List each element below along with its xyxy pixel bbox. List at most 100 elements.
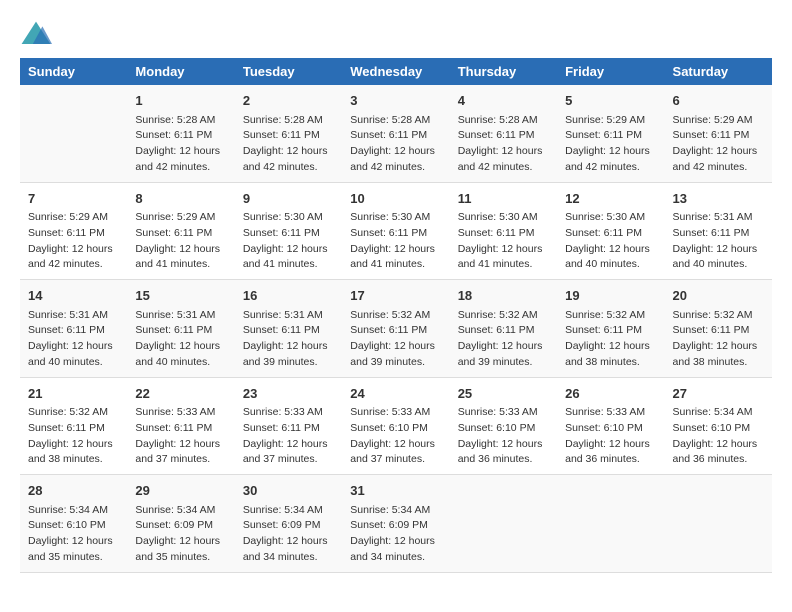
calendar-week-5: 28Sunrise: 5:34 AM Sunset: 6:10 PM Dayli…: [20, 475, 772, 573]
day-number: 22: [135, 384, 226, 404]
day-info: Sunrise: 5:33 AM Sunset: 6:11 PM Dayligh…: [243, 405, 334, 468]
day-number: 30: [243, 481, 334, 501]
header: [20, 20, 772, 48]
calendar-cell: 18Sunrise: 5:32 AM Sunset: 6:11 PM Dayli…: [450, 280, 557, 378]
day-info: Sunrise: 5:32 AM Sunset: 6:11 PM Dayligh…: [458, 308, 549, 371]
calendar-week-2: 7Sunrise: 5:29 AM Sunset: 6:11 PM Daylig…: [20, 182, 772, 280]
day-info: Sunrise: 5:32 AM Sunset: 6:11 PM Dayligh…: [28, 405, 119, 468]
day-number: 1: [135, 91, 226, 111]
day-number: 21: [28, 384, 119, 404]
day-number: 3: [350, 91, 441, 111]
day-info: Sunrise: 5:34 AM Sunset: 6:10 PM Dayligh…: [673, 405, 764, 468]
day-info: Sunrise: 5:29 AM Sunset: 6:11 PM Dayligh…: [28, 210, 119, 273]
day-info: Sunrise: 5:33 AM Sunset: 6:10 PM Dayligh…: [458, 405, 549, 468]
calendar-week-4: 21Sunrise: 5:32 AM Sunset: 6:11 PM Dayli…: [20, 377, 772, 475]
day-number: 12: [565, 189, 656, 209]
logo: [20, 20, 56, 48]
logo-icon: [20, 20, 52, 48]
calendar-table: SundayMondayTuesdayWednesdayThursdayFrid…: [20, 58, 772, 573]
calendar-cell: 27Sunrise: 5:34 AM Sunset: 6:10 PM Dayli…: [665, 377, 772, 475]
day-number: 9: [243, 189, 334, 209]
calendar-cell: 10Sunrise: 5:30 AM Sunset: 6:11 PM Dayli…: [342, 182, 449, 280]
day-info: Sunrise: 5:30 AM Sunset: 6:11 PM Dayligh…: [565, 210, 656, 273]
day-info: Sunrise: 5:30 AM Sunset: 6:11 PM Dayligh…: [243, 210, 334, 273]
day-number: 24: [350, 384, 441, 404]
calendar-cell: 20Sunrise: 5:32 AM Sunset: 6:11 PM Dayli…: [665, 280, 772, 378]
day-number: 14: [28, 286, 119, 306]
day-info: Sunrise: 5:28 AM Sunset: 6:11 PM Dayligh…: [458, 113, 549, 176]
day-info: Sunrise: 5:29 AM Sunset: 6:11 PM Dayligh…: [565, 113, 656, 176]
day-number: 26: [565, 384, 656, 404]
calendar-cell: 19Sunrise: 5:32 AM Sunset: 6:11 PM Dayli…: [557, 280, 664, 378]
day-number: 6: [673, 91, 764, 111]
calendar-cell: 24Sunrise: 5:33 AM Sunset: 6:10 PM Dayli…: [342, 377, 449, 475]
day-header-sunday: Sunday: [20, 58, 127, 85]
calendar-cell: 28Sunrise: 5:34 AM Sunset: 6:10 PM Dayli…: [20, 475, 127, 573]
day-info: Sunrise: 5:33 AM Sunset: 6:10 PM Dayligh…: [565, 405, 656, 468]
day-info: Sunrise: 5:34 AM Sunset: 6:09 PM Dayligh…: [135, 503, 226, 566]
day-number: 29: [135, 481, 226, 501]
day-header-monday: Monday: [127, 58, 234, 85]
day-number: 15: [135, 286, 226, 306]
day-number: 25: [458, 384, 549, 404]
calendar-cell: [557, 475, 664, 573]
day-number: 27: [673, 384, 764, 404]
calendar-cell: 6Sunrise: 5:29 AM Sunset: 6:11 PM Daylig…: [665, 85, 772, 182]
day-info: Sunrise: 5:34 AM Sunset: 6:10 PM Dayligh…: [28, 503, 119, 566]
calendar-cell: [665, 475, 772, 573]
day-info: Sunrise: 5:34 AM Sunset: 6:09 PM Dayligh…: [350, 503, 441, 566]
calendar-cell: 21Sunrise: 5:32 AM Sunset: 6:11 PM Dayli…: [20, 377, 127, 475]
calendar-cell: 12Sunrise: 5:30 AM Sunset: 6:11 PM Dayli…: [557, 182, 664, 280]
calendar-cell: 31Sunrise: 5:34 AM Sunset: 6:09 PM Dayli…: [342, 475, 449, 573]
day-number: 2: [243, 91, 334, 111]
calendar-cell: [450, 475, 557, 573]
calendar-cell: 7Sunrise: 5:29 AM Sunset: 6:11 PM Daylig…: [20, 182, 127, 280]
day-number: 20: [673, 286, 764, 306]
day-number: 10: [350, 189, 441, 209]
calendar-cell: 22Sunrise: 5:33 AM Sunset: 6:11 PM Dayli…: [127, 377, 234, 475]
day-number: 23: [243, 384, 334, 404]
calendar-week-3: 14Sunrise: 5:31 AM Sunset: 6:11 PM Dayli…: [20, 280, 772, 378]
day-info: Sunrise: 5:33 AM Sunset: 6:10 PM Dayligh…: [350, 405, 441, 468]
day-number: 16: [243, 286, 334, 306]
day-number: 19: [565, 286, 656, 306]
calendar-cell: 14Sunrise: 5:31 AM Sunset: 6:11 PM Dayli…: [20, 280, 127, 378]
calendar-cell: 8Sunrise: 5:29 AM Sunset: 6:11 PM Daylig…: [127, 182, 234, 280]
day-info: Sunrise: 5:29 AM Sunset: 6:11 PM Dayligh…: [135, 210, 226, 273]
day-info: Sunrise: 5:30 AM Sunset: 6:11 PM Dayligh…: [350, 210, 441, 273]
calendar-week-1: 1Sunrise: 5:28 AM Sunset: 6:11 PM Daylig…: [20, 85, 772, 182]
day-info: Sunrise: 5:28 AM Sunset: 6:11 PM Dayligh…: [350, 113, 441, 176]
calendar-cell: 5Sunrise: 5:29 AM Sunset: 6:11 PM Daylig…: [557, 85, 664, 182]
calendar-cell: 26Sunrise: 5:33 AM Sunset: 6:10 PM Dayli…: [557, 377, 664, 475]
calendar-cell: 13Sunrise: 5:31 AM Sunset: 6:11 PM Dayli…: [665, 182, 772, 280]
calendar-cell: 1Sunrise: 5:28 AM Sunset: 6:11 PM Daylig…: [127, 85, 234, 182]
calendar-cell: 17Sunrise: 5:32 AM Sunset: 6:11 PM Dayli…: [342, 280, 449, 378]
day-number: 8: [135, 189, 226, 209]
day-number: 28: [28, 481, 119, 501]
calendar-cell: 15Sunrise: 5:31 AM Sunset: 6:11 PM Dayli…: [127, 280, 234, 378]
day-info: Sunrise: 5:32 AM Sunset: 6:11 PM Dayligh…: [565, 308, 656, 371]
calendar-cell: 25Sunrise: 5:33 AM Sunset: 6:10 PM Dayli…: [450, 377, 557, 475]
day-number: 18: [458, 286, 549, 306]
day-info: Sunrise: 5:31 AM Sunset: 6:11 PM Dayligh…: [673, 210, 764, 273]
calendar-header-row: SundayMondayTuesdayWednesdayThursdayFrid…: [20, 58, 772, 85]
day-info: Sunrise: 5:28 AM Sunset: 6:11 PM Dayligh…: [135, 113, 226, 176]
calendar-cell: 4Sunrise: 5:28 AM Sunset: 6:11 PM Daylig…: [450, 85, 557, 182]
calendar-cell: 23Sunrise: 5:33 AM Sunset: 6:11 PM Dayli…: [235, 377, 342, 475]
day-info: Sunrise: 5:33 AM Sunset: 6:11 PM Dayligh…: [135, 405, 226, 468]
calendar-cell: 11Sunrise: 5:30 AM Sunset: 6:11 PM Dayli…: [450, 182, 557, 280]
day-header-friday: Friday: [557, 58, 664, 85]
day-header-saturday: Saturday: [665, 58, 772, 85]
calendar-cell: 30Sunrise: 5:34 AM Sunset: 6:09 PM Dayli…: [235, 475, 342, 573]
day-number: 11: [458, 189, 549, 209]
day-info: Sunrise: 5:32 AM Sunset: 6:11 PM Dayligh…: [350, 308, 441, 371]
day-number: 17: [350, 286, 441, 306]
calendar-cell: 16Sunrise: 5:31 AM Sunset: 6:11 PM Dayli…: [235, 280, 342, 378]
day-info: Sunrise: 5:30 AM Sunset: 6:11 PM Dayligh…: [458, 210, 549, 273]
day-info: Sunrise: 5:31 AM Sunset: 6:11 PM Dayligh…: [28, 308, 119, 371]
day-header-tuesday: Tuesday: [235, 58, 342, 85]
day-number: 31: [350, 481, 441, 501]
day-number: 13: [673, 189, 764, 209]
day-number: 4: [458, 91, 549, 111]
day-info: Sunrise: 5:28 AM Sunset: 6:11 PM Dayligh…: [243, 113, 334, 176]
